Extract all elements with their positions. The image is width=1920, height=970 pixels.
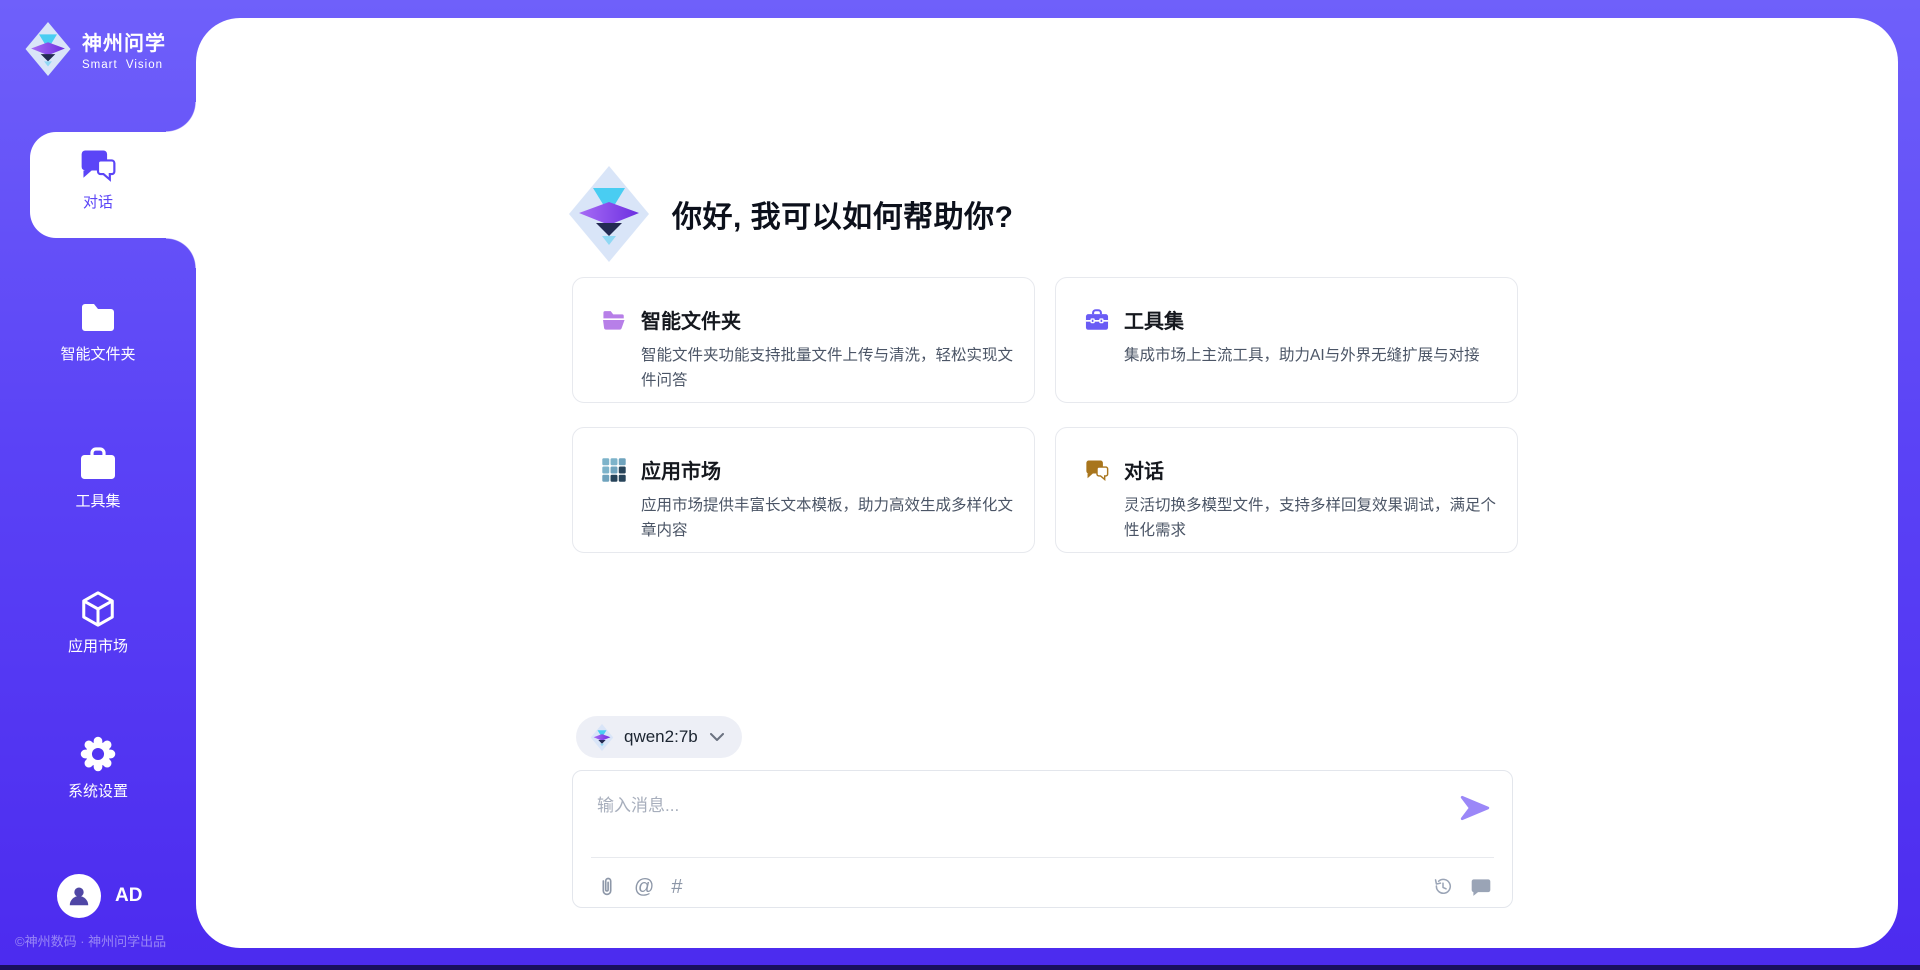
mention-icon: @ [634,877,654,897]
card-chat[interactable]: 对话 灵活切换多模型文件，支持多样回复效果调试，满足个性化需求 [1055,427,1518,553]
send-button[interactable] [1460,793,1494,823]
user-initials: AD [115,885,142,907]
chevron-down-icon [710,733,724,741]
gear-icon [78,735,118,773]
card-description: 智能文件夹功能支持批量文件上传与清洗，轻松实现文件问答 [641,343,1016,393]
avatar [57,874,101,918]
card-toolset[interactable]: 工具集 集成市场上主流工具，助力AI与外界无缝扩展与对接 [1055,277,1518,403]
brand-subtitle: Smart Vision [82,59,166,71]
sidebar-item-label: 系统设置 [0,780,196,801]
brand-diamond-icon [568,166,650,262]
sidebar-item-smart-folder[interactable]: 智能文件夹 [0,298,196,364]
model-diamond-icon [590,724,614,751]
tab-fillet-bottom [166,238,196,268]
message-composer: @ # [572,770,1513,908]
attach-button[interactable] [597,875,617,899]
person-icon [66,883,92,909]
folder-open-icon [601,307,627,333]
feature-cards: 智能文件夹 智能文件夹功能支持批量文件上传与清洗，轻松实现文件问答 工具集 集成… [572,277,1518,553]
greeting-text: 你好, 我可以如何帮助你? [672,192,1014,236]
message-input[interactable] [573,771,1433,851]
sidebar-item-label: 智能文件夹 [0,343,196,364]
copyright-text: ©神州数码 · 神州问学出品 [15,931,166,950]
sidebar-item-app-market[interactable]: 应用市场 [0,590,196,656]
model-selector[interactable]: qwen2:7b [576,716,742,758]
card-title: 应用市场 [641,455,721,484]
sidebar: 神州问学 Smart Vision 对话 智能文件夹 工具集 应用市场 系统设置 [0,0,196,970]
toolbox-icon [78,445,118,483]
card-title: 工具集 [1124,305,1184,334]
chat-icon [1084,457,1110,483]
brand-diamond-icon [24,22,72,76]
card-title: 对话 [1124,455,1164,484]
bottom-edge-strip [0,965,1920,970]
sidebar-item-settings[interactable]: 系统设置 [0,735,196,801]
history-icon [1432,876,1454,898]
toolbox-icon [1084,307,1110,333]
send-icon [1460,795,1490,821]
chat-filled-icon [1470,876,1492,898]
sidebar-item-label: 对话 [0,191,196,212]
chat-icon [78,146,118,184]
cube-icon [78,590,118,628]
sidebar-item-label: 应用市场 [0,635,196,656]
brand-logo: 神州问学 Smart Vision [24,22,166,76]
card-description: 应用市场提供丰富长文本模板，助力高效生成多样化文章内容 [641,493,1016,543]
history-button[interactable] [1432,876,1454,898]
model-name: qwen2:7b [624,727,698,747]
card-app-market[interactable]: 应用市场 应用市场提供丰富长文本模板，助力高效生成多样化文章内容 [572,427,1035,553]
tab-fillet-top [166,102,196,132]
card-description: 灵活切换多模型文件，支持多样回复效果调试，满足个性化需求 [1124,493,1499,543]
card-title: 智能文件夹 [641,305,741,334]
card-description: 集成市场上主流工具，助力AI与外界无缝扩展与对接 [1124,343,1499,368]
user-account[interactable]: AD [57,874,142,918]
hashtag-icon: # [671,877,682,897]
sidebar-item-chat[interactable]: 对话 [0,146,196,212]
feedback-button[interactable] [1470,876,1492,898]
greeting: 你好, 我可以如何帮助你? [568,166,1014,262]
card-smart-folder[interactable]: 智能文件夹 智能文件夹功能支持批量文件上传与清洗，轻松实现文件问答 [572,277,1035,403]
composer-divider [591,857,1494,858]
paperclip-icon [597,875,617,899]
main-panel: 你好, 我可以如何帮助你? 智能文件夹 智能文件夹功能支持批量文件上传与清洗，轻… [196,18,1898,948]
brand-name: 神州问学 [82,27,166,56]
mention-button[interactable]: @ [634,877,654,897]
composer-toolbar: @ # [573,867,1512,907]
sidebar-item-toolset[interactable]: 工具集 [0,445,196,511]
folder-icon [78,298,118,336]
sidebar-item-label: 工具集 [0,490,196,511]
hashtag-button[interactable]: # [671,877,682,897]
grid-icon [601,457,627,483]
brand-text: 神州问学 Smart Vision [82,27,166,71]
